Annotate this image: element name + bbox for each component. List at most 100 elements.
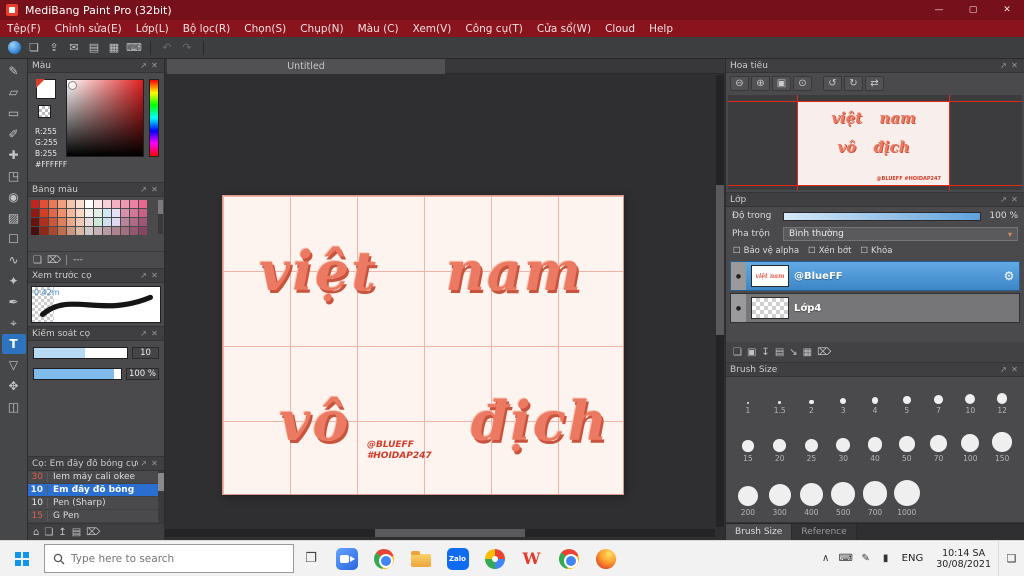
popout-icon[interactable]: ↗	[138, 61, 149, 70]
palette-swatch[interactable]	[40, 200, 48, 208]
move-tool[interactable]: ✚	[2, 145, 26, 165]
brush-size-cell[interactable]: 10	[954, 379, 986, 418]
palette-swatch[interactable]	[94, 209, 102, 217]
palette-swatch[interactable]	[76, 218, 84, 226]
brush-size-cell[interactable]: 20	[764, 418, 796, 466]
layer-visibility-icon[interactable]: ●	[731, 262, 746, 290]
rotate-right-icon[interactable]: ↻	[844, 75, 863, 91]
hand-tool[interactable]: ✥	[2, 376, 26, 396]
palette-swatch[interactable]	[31, 209, 39, 217]
palette-swatch[interactable]	[103, 209, 111, 217]
palette-swatch[interactable]	[139, 200, 147, 208]
palette-swatch[interactable]	[112, 218, 120, 226]
menu-item[interactable]: Cửa sổ(W)	[530, 20, 598, 37]
brush-up-icon[interactable]: ↥	[58, 527, 66, 538]
brush-size-cell[interactable]: 15	[732, 418, 764, 466]
close-panel-icon[interactable]: ✕	[149, 329, 160, 338]
palette-swatch[interactable]	[76, 200, 84, 208]
marquee-tool[interactable]: ▭	[2, 103, 26, 123]
popout-icon[interactable]: ↗	[998, 61, 1009, 70]
flip-horizontal-icon[interactable]: ⇄	[865, 75, 884, 91]
palette-swatch[interactable]	[40, 209, 48, 217]
menu-item[interactable]: Chọn(S)	[237, 20, 293, 37]
brush-list-item[interactable]: 10 Em đây đồ bóng	[28, 484, 164, 497]
palette-swatch[interactable]	[67, 209, 75, 217]
palette-swatch[interactable]	[94, 227, 102, 235]
palette-swatch[interactable]	[121, 218, 129, 226]
eraser-tool[interactable]: ▱	[2, 82, 26, 102]
palette-swatch[interactable]	[49, 227, 57, 235]
action-center-icon[interactable]: ❏	[998, 541, 1024, 576]
delete-layer-icon[interactable]: ⌦	[817, 347, 831, 358]
google-photos-icon[interactable]	[476, 541, 513, 576]
divide-tool[interactable]: ◫	[2, 397, 26, 417]
checkbox-icon[interactable]: ☐	[808, 246, 816, 256]
fit-window-icon[interactable]: ▣	[772, 75, 791, 91]
battery-icon[interactable]: ▮	[876, 553, 896, 564]
brush-size-cell[interactable]: 500	[827, 466, 859, 520]
palette-swatch[interactable]	[40, 218, 48, 226]
brush-list-item[interactable]: 15 G Pen	[28, 510, 164, 523]
popout-icon[interactable]: ↗	[138, 459, 149, 468]
layer-option-checkbox[interactable]: ☐ Bảo vệ alpha	[733, 246, 799, 256]
pen-input-icon[interactable]: ✎	[856, 553, 876, 564]
palette-swatch[interactable]	[31, 218, 39, 226]
brush-size-cell[interactable]: 7	[923, 379, 955, 418]
merge-layer-icon[interactable]: ↘	[789, 347, 797, 358]
brush-size-cell[interactable]: 200	[732, 466, 764, 520]
palette-swatch[interactable]	[130, 218, 138, 226]
brush-size-cell[interactable]: 2	[796, 379, 828, 418]
close-panel-icon[interactable]: ✕	[1009, 61, 1020, 70]
file-explorer-icon[interactable]	[402, 541, 439, 576]
rotate-left-icon[interactable]: ↺	[823, 75, 842, 91]
brush-folder-icon[interactable]: ▤	[72, 527, 81, 538]
layer-visibility-icon[interactable]: ●	[731, 294, 746, 322]
checkbox-icon[interactable]: ☐	[733, 246, 741, 256]
operation-tool[interactable]: ⌖	[2, 313, 26, 333]
brush-list-item[interactable]: 30 Iem máy cali okee	[28, 471, 164, 484]
brush-list-scrollbar[interactable]	[158, 471, 164, 523]
brush-size-cell[interactable]: 4	[859, 379, 891, 418]
palette-swatch[interactable]	[58, 209, 66, 217]
bucket-tool[interactable]: ◉	[2, 187, 26, 207]
add-brush-icon[interactable]: ❏	[44, 527, 53, 538]
menu-item[interactable]: Chụp(N)	[293, 20, 350, 37]
wps-office-icon[interactable]: W	[513, 541, 550, 576]
start-button[interactable]	[0, 541, 44, 576]
lasso-tool[interactable]: ∿	[2, 250, 26, 270]
navigator-preview[interactable]: việt nam vô địch @BLUEFF #HOIDAP247	[728, 95, 1022, 190]
brush-size-cell[interactable]: 1.5	[764, 379, 796, 418]
popout-icon[interactable]: ↗	[138, 185, 149, 194]
grid-view-icon[interactable]: ▦	[105, 39, 123, 57]
pen-tool[interactable]: ✎	[2, 61, 26, 81]
select-rect-tool[interactable]: ☐	[2, 229, 26, 249]
palette-swatch[interactable]	[49, 209, 57, 217]
palette-swatch[interactable]	[40, 227, 48, 235]
palette-swatch[interactable]	[67, 218, 75, 226]
brush-parameter-slider[interactable]	[33, 347, 128, 359]
layer-settings-icon[interactable]: ⚙	[999, 269, 1019, 283]
brush-size-cell[interactable]: 1000	[891, 466, 923, 520]
popout-icon[interactable]: ↗	[998, 365, 1009, 374]
chrome-icon[interactable]	[365, 541, 402, 576]
close-panel-icon[interactable]: ✕	[149, 185, 160, 194]
brush-size-cell[interactable]: 700	[859, 466, 891, 520]
palette-swatch[interactable]	[139, 209, 147, 217]
palette-swatch[interactable]	[112, 200, 120, 208]
close-panel-icon[interactable]: ✕	[1009, 365, 1020, 374]
maximize-button[interactable]: ▢	[956, 0, 990, 20]
opacity-slider[interactable]	[783, 211, 981, 221]
palette-swatch[interactable]	[121, 200, 129, 208]
palette-swatch[interactable]	[67, 227, 75, 235]
transparent-color-swatch[interactable]	[38, 105, 51, 118]
brush-size-cell[interactable]: 40	[859, 418, 891, 466]
palette-swatch[interactable]	[130, 227, 138, 235]
palette-swatch[interactable]	[85, 227, 93, 235]
palette-swatch[interactable]	[58, 218, 66, 226]
transform-tool[interactable]: ◳	[2, 166, 26, 186]
palette-swatch[interactable]	[76, 227, 84, 235]
search-input[interactable]	[71, 552, 285, 565]
brush-parameter-slider[interactable]	[33, 368, 122, 380]
brush-size-cell[interactable]: 100	[954, 418, 986, 466]
layer-grid-icon[interactable]: ▦	[803, 347, 812, 358]
